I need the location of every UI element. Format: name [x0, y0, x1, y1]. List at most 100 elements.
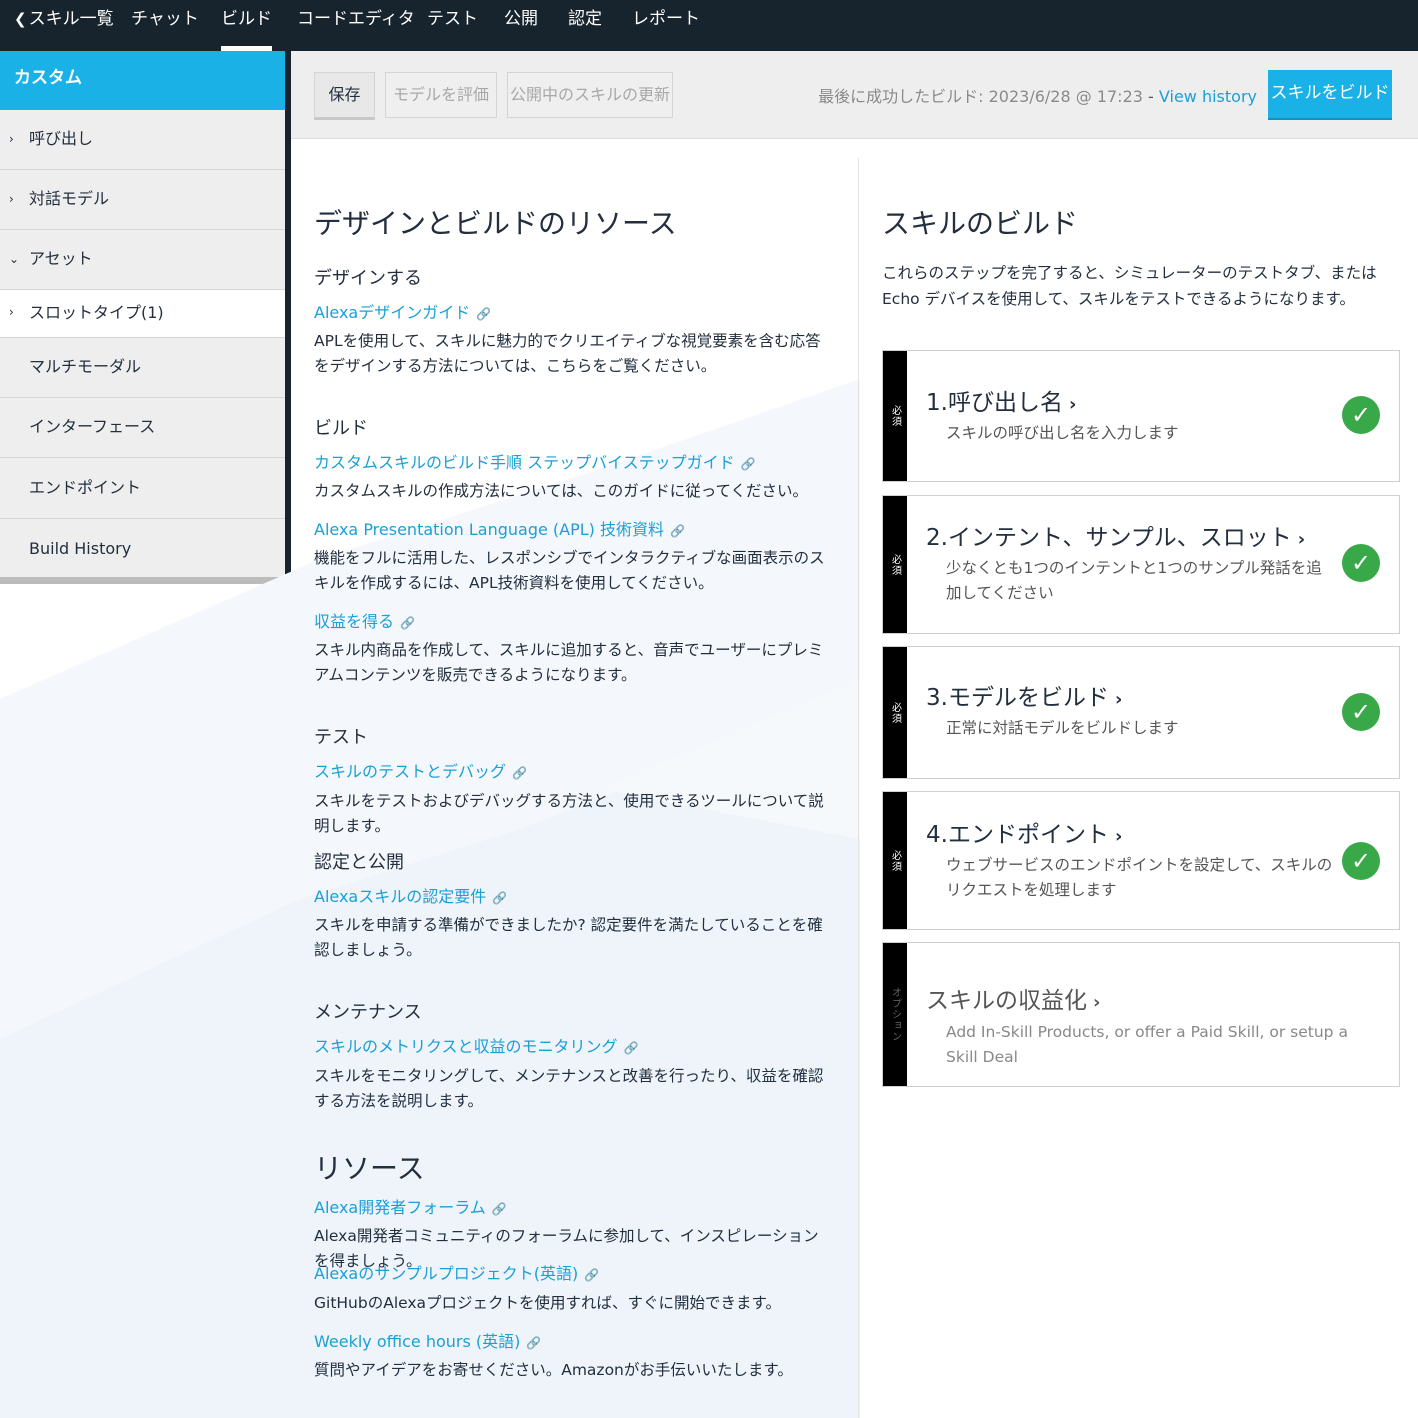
- sample-projects-desc: GitHubのAlexaプロジェクトを使用すれば、すぐに開始できます。: [314, 1294, 782, 1312]
- check-complete-icon: ✓: [1342, 544, 1380, 582]
- required-tag: 必須: [883, 496, 907, 633]
- separator: -: [1148, 87, 1154, 106]
- monetize-desc: スキル内商品を作成して、スキルに追加すると、音声でユーザーにプレミアムコンテンツ…: [314, 641, 824, 684]
- test-desc: スキルをテストおよびデバッグする方法と、使用できるツールについて説明します。: [314, 792, 824, 835]
- step-desc: 少なくとも1つのインテントと1つのサンプル発話を追加してください: [946, 559, 1322, 602]
- external-link-icon: 🔗: [512, 766, 527, 780]
- check-complete-icon: ✓: [1342, 396, 1380, 434]
- office-hours-desc: 質問やアイデアをお寄せください。Amazonがお手伝いいたします。: [314, 1361, 793, 1379]
- metrics-monitoring-link[interactable]: スキルのメトリクスと収益のモニタリング 🔗: [314, 1033, 638, 1057]
- required-tag: 必須: [883, 647, 907, 778]
- optional-tag: オプション: [883, 943, 907, 1086]
- check-complete-icon: ✓: [1342, 693, 1380, 731]
- step-card-monetization[interactable]: オプション スキルの収益化 › Add In-Skill Products, or…: [882, 942, 1400, 1087]
- tab-code-editor[interactable]: コードエディタ: [297, 0, 415, 51]
- tab-certification[interactable]: 認定: [568, 0, 602, 51]
- step-title: スキルの収益化 ›: [926, 981, 1100, 1015]
- link-text: Alexaデザインガイド: [314, 303, 471, 322]
- save-button[interactable]: 保存: [314, 72, 375, 120]
- step-title: 4.エンドポイント ›: [926, 815, 1122, 849]
- external-link-icon: 🔗: [400, 616, 415, 630]
- step-title-text: 3.モデルをビルド: [926, 685, 1109, 711]
- external-link-icon: 🔗: [740, 457, 756, 471]
- design-desc: APLを使用して、スキルに魅力的でクリエイティブな視覚要素を含む応答をデザインす…: [314, 332, 821, 375]
- cert-requirements-link[interactable]: Alexaスキルの認定要件 🔗: [314, 883, 507, 907]
- external-link-icon: 🔗: [492, 891, 508, 905]
- external-link-icon: 🔗: [623, 1041, 639, 1055]
- last-build-status: 最後に成功したビルド: 2023/6/28 @ 17:23 - View his…: [818, 83, 1257, 107]
- office-hours-link[interactable]: Weekly office hours (英語) 🔗: [314, 1328, 541, 1352]
- link-text: カスタムスキルのビルド手順 ステップバイステップガイド: [314, 453, 735, 472]
- chevron-right-icon: ›: [1297, 529, 1306, 550]
- tab-test[interactable]: テスト: [427, 0, 478, 51]
- link-text: スキルのテストとデバッグ: [314, 762, 507, 781]
- evaluate-model-button[interactable]: モデルを評価: [385, 72, 497, 118]
- test-debug-link[interactable]: スキルのテストとデバッグ 🔗: [314, 758, 527, 782]
- back-label: スキル一覧: [28, 9, 114, 29]
- link-text: Weekly office hours (英語): [314, 1332, 521, 1351]
- external-link-icon: 🔗: [491, 1202, 507, 1216]
- column-divider: [858, 158, 859, 1418]
- tab-publish[interactable]: 公開: [504, 0, 538, 51]
- step-card-intents[interactable]: 必須 2.インテント、サンプル、スロット › 少なくとも1つのインテントと1つのサ…: [882, 495, 1400, 634]
- test-heading: テスト: [314, 727, 368, 748]
- required-tag: 必須: [883, 792, 907, 929]
- link-text: Alexa Presentation Language (APL) 技術資料: [314, 520, 665, 539]
- design-guide-link[interactable]: Alexaデザインガイド 🔗: [314, 299, 491, 323]
- sample-projects-link[interactable]: Alexaのサンプルプロジェクト(英語) 🔗: [314, 1260, 599, 1284]
- skill-build-title: スキルのビルド: [882, 207, 1079, 240]
- step-title-text: スキルの収益化: [926, 988, 1087, 1014]
- tab-reports[interactable]: レポート: [632, 0, 700, 51]
- build-skill-button[interactable]: スキルをビルド: [1268, 70, 1392, 120]
- maintenance-desc: スキルをモニタリングして、メンテナンスと改善を行ったり、収益を確認する方法を説明…: [314, 1067, 824, 1110]
- tab-build[interactable]: ビルド: [221, 0, 272, 51]
- view-history-link[interactable]: View history: [1159, 87, 1257, 106]
- sidebar-header-custom[interactable]: カスタム: [0, 51, 285, 110]
- developer-forum-link[interactable]: Alexa開発者フォーラム 🔗: [314, 1194, 507, 1218]
- link-text: スキルのメトリクスと収益のモニタリング: [314, 1037, 618, 1056]
- cert-desc: スキルを申請する準備ができましたか? 認定要件を満たしていることを確認しましょう…: [314, 916, 823, 959]
- step-desc: Add In-Skill Products, or offer a Paid S…: [946, 1023, 1348, 1066]
- last-build-text: 最後に成功したビルド: 2023/6/28 @ 17:23: [818, 87, 1143, 106]
- step-desc: 正常に対話モデルをビルドします: [946, 719, 1179, 737]
- chevron-right-icon: ›: [1093, 992, 1101, 1013]
- skill-build-intro: これらのステップを完了すると、シミュレーターのテストタブ、またはEcho デバイ…: [882, 264, 1377, 308]
- link-text: 収益を得る: [314, 612, 395, 631]
- maintenance-heading: メンテナンス: [314, 1002, 422, 1023]
- step-title: 3.モデルをビルド ›: [926, 678, 1122, 712]
- step-card-invocation-name[interactable]: 必須 1.呼び出し名 › スキルの呼び出し名を入力します ✓: [882, 350, 1400, 482]
- check-complete-icon: ✓: [1342, 842, 1380, 880]
- custom-skill-guide-link[interactable]: カスタムスキルのビルド手順 ステップバイステップガイド 🔗: [314, 449, 756, 473]
- design-heading: デザインする: [314, 268, 422, 289]
- apl-docs-link[interactable]: Alexa Presentation Language (APL) 技術資料 🔗: [314, 516, 685, 540]
- tab-chat[interactable]: チャット: [131, 0, 199, 51]
- toolbar: 保存 モデルを評価 公開中のスキルの更新 最後に成功したビルド: 2023/6/…: [291, 51, 1418, 139]
- custom-skill-desc: カスタムスキルの作成方法については、このガイドに従ってください。: [314, 482, 808, 500]
- build-heading: ビルド: [314, 418, 368, 439]
- required-tag: 必須: [883, 351, 907, 481]
- link-text: Alexaのサンプルプロジェクト(英語): [314, 1264, 579, 1283]
- chevron-right-icon: ›: [1068, 394, 1077, 415]
- step-title-text: 2.インテント、サンプル、スロット: [926, 525, 1292, 551]
- step-desc: ウェブサービスのエンドポイントを設定して、スキルのリクエストを処理します: [946, 856, 1333, 899]
- external-link-icon: 🔗: [584, 1268, 600, 1282]
- top-navigation: ❮ スキル一覧 チャット ビルド コードエディタ テスト 公開 認定 レポート: [0, 0, 1418, 51]
- back-to-skills-link[interactable]: ❮ スキル一覧: [14, 0, 114, 51]
- update-published-skill-button[interactable]: 公開中のスキルの更新: [507, 72, 673, 118]
- monetize-link[interactable]: 収益を得る 🔗: [314, 608, 415, 632]
- chevron-right-icon: ›: [1114, 689, 1123, 710]
- resources-title: デザインとビルドのリソース: [314, 207, 677, 240]
- resources-subtitle: リソース: [314, 1152, 425, 1185]
- step-title-text: 4.エンドポイント: [926, 822, 1109, 848]
- link-text: Alexa開発者フォーラム: [314, 1198, 486, 1217]
- external-link-icon: 🔗: [476, 307, 492, 321]
- external-link-icon: 🔗: [526, 1336, 542, 1350]
- link-text: Alexaスキルの認定要件: [314, 887, 487, 906]
- step-card-endpoint[interactable]: 必須 4.エンドポイント › ウェブサービスのエンドポイントを設定して、スキルのリ…: [882, 791, 1400, 930]
- step-title: 1.呼び出し名 ›: [926, 383, 1076, 417]
- step-desc: スキルの呼び出し名を入力します: [946, 424, 1179, 442]
- chevron-left-icon: ❮: [14, 10, 27, 28]
- step-card-build-model[interactable]: 必須 3.モデルをビルド › 正常に対話モデルをビルドします ✓: [882, 646, 1400, 779]
- external-link-icon: 🔗: [670, 524, 685, 538]
- apl-docs-desc: 機能をフルに活用した、レスポンシブでインタラクティブな画面表示のスキルを作成する…: [314, 549, 825, 592]
